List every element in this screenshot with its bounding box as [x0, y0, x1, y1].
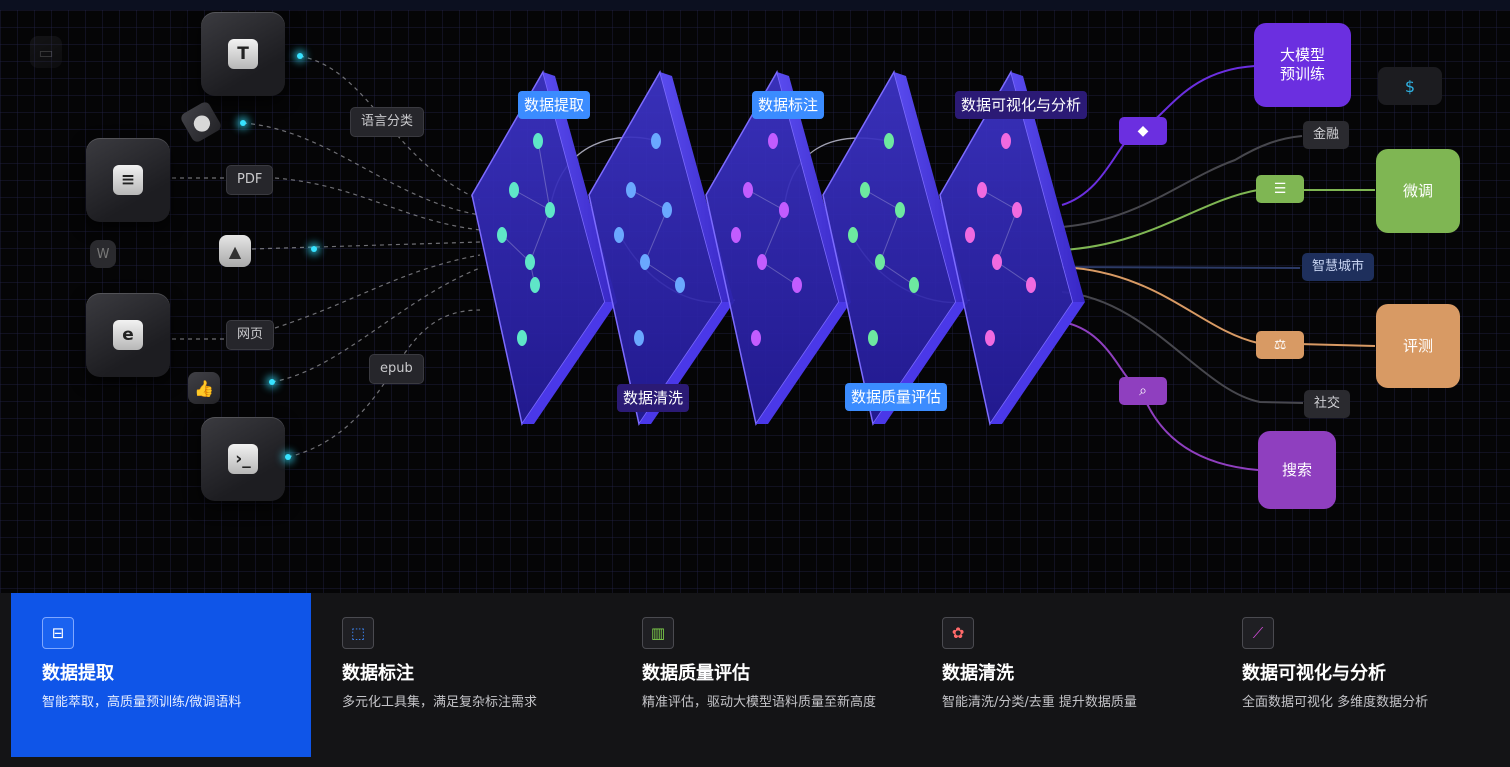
- stage-label-annotate: 数据标注: [752, 91, 825, 119]
- stage-label-visualize: 数据可视化与分析: [955, 91, 1088, 119]
- feature-desc: 多元化工具集，满足复杂标注需求: [342, 695, 538, 710]
- dest-pretrain[interactable]: 大模型 预训练: [1254, 23, 1351, 107]
- signal-dot: [285, 454, 291, 460]
- gavel-icon: ⚖: [1256, 331, 1304, 359]
- feature-desc: 智能清洗/分类/去重 提升数据质量: [942, 695, 1137, 710]
- feature-desc: 智能萃取，高质量预训练/微调语料: [42, 695, 242, 710]
- layer-panels: [471, 70, 1085, 426]
- text-icon: T: [228, 39, 258, 69]
- line-chart-icon: ⟋: [1242, 617, 1274, 649]
- feature-title: 数据可视化与分析: [1242, 663, 1386, 684]
- faded-icon: ▭: [30, 36, 62, 68]
- feature-title: 数据质量评估: [642, 663, 750, 684]
- feature-desc: 精准评估，驱动大模型语料质量至新高度: [642, 695, 877, 710]
- chip-social: 社交: [1304, 390, 1351, 418]
- feature-title: 数据提取: [42, 663, 114, 684]
- feature-title: 数据标注: [342, 663, 414, 684]
- quality-chart-icon: ▥: [642, 617, 674, 649]
- annotate-icon: ⬚: [342, 617, 374, 649]
- feature-desc: 全面数据可视化 多维度数据分析: [1242, 695, 1429, 710]
- web-source-tile[interactable]: e: [86, 293, 170, 377]
- feature-card-extract[interactable]: ⊟ 数据提取 智能萃取，高质量预训练/微调语料: [11, 593, 311, 757]
- signal-dot: [269, 379, 275, 385]
- stage-label-extract: 数据提取: [518, 91, 591, 119]
- feature-tabs: ⊟ 数据提取 智能萃取，高质量预训练/微调语料 ⬚ 数据标注 多元化工具集，满足…: [0, 593, 1510, 767]
- thumbs-up-icon: 👍: [188, 372, 220, 404]
- browser-icon: e: [113, 320, 143, 350]
- dest-evaluate[interactable]: 评测: [1376, 304, 1460, 388]
- top-bar: [0, 0, 1510, 10]
- chip-epub: epub: [369, 354, 424, 384]
- signal-dot: [297, 53, 303, 59]
- chip-language-classification: 语言分类: [350, 107, 425, 137]
- word-file-icon: W: [90, 240, 116, 268]
- dest-search[interactable]: 搜索: [1258, 431, 1336, 509]
- feature-card-visualize[interactable]: ⟋ 数据可视化与分析 全面数据可视化 多维度数据分析: [1211, 593, 1510, 757]
- search-icon: ⌕: [1119, 377, 1167, 405]
- clean-icon: ✿: [942, 617, 974, 649]
- chip-finance: 金融: [1303, 121, 1350, 149]
- feature-title: 数据清洗: [942, 663, 1014, 684]
- text-source-tile[interactable]: T: [201, 12, 285, 96]
- chip-pdf: PDF: [226, 165, 274, 195]
- terminal-source-tile[interactable]: ›_: [201, 417, 285, 501]
- stage-label-quality: 数据质量评估: [845, 383, 948, 411]
- feature-card-annotate[interactable]: ⬚ 数据标注 多元化工具集，满足复杂标注需求: [311, 593, 611, 757]
- stage-label-clean: 数据清洗: [617, 384, 690, 412]
- chip-smart-city: 智慧城市: [1302, 253, 1375, 281]
- signal-dot: [240, 120, 246, 126]
- feature-card-quality[interactable]: ▥ 数据质量评估 精准评估，驱动大模型语料质量至新高度: [611, 593, 911, 757]
- dest-finetune[interactable]: 微调: [1376, 149, 1460, 233]
- terminal-icon: ›_: [228, 444, 258, 474]
- document-icon: ≡: [113, 165, 143, 195]
- feature-card-clean[interactable]: ✿ 数据清洗 智能清洗/分类/去重 提升数据质量: [911, 593, 1211, 757]
- image-icon: ▲: [219, 235, 251, 267]
- database-icon: ☰: [1256, 175, 1304, 203]
- money-bag-icon: $: [1378, 67, 1442, 105]
- signal-dot: [311, 246, 317, 252]
- document-source-tile[interactable]: ≡: [86, 138, 170, 222]
- cube-icon: ◆: [1119, 117, 1167, 145]
- pipeline-diagram: ▭ T ≡ e ›_ ⬤ W ▲ 👍 语言分类 PDF 网页 epub 数据提取…: [0, 10, 1510, 593]
- extract-icon: ⊟: [42, 617, 74, 649]
- chip-webpage: 网页: [226, 320, 275, 350]
